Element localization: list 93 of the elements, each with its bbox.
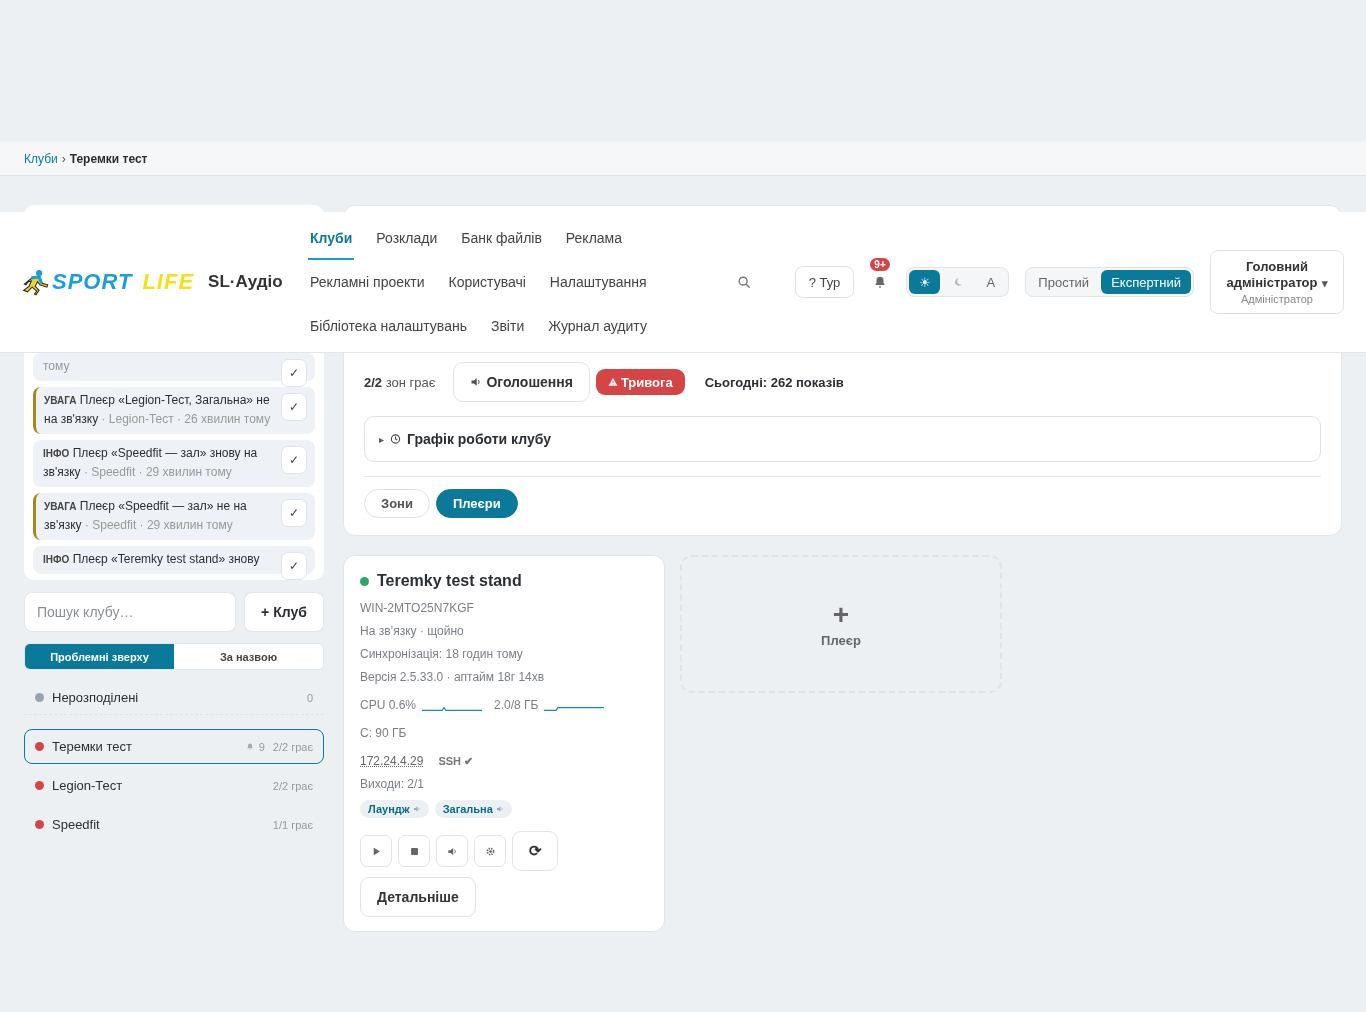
schedule-title: Графік роботи клубу bbox=[407, 431, 551, 447]
nav-tab[interactable]: Рекламні проекти bbox=[308, 260, 427, 304]
theme-option[interactable]: A bbox=[975, 270, 1007, 294]
user-menu-button[interactable]: Головний адміністратор ▾ Адміністратор bbox=[1210, 250, 1344, 314]
add-player-button[interactable]: + Плеєр bbox=[680, 555, 1002, 693]
details-button[interactable]: Детальніше bbox=[360, 877, 476, 917]
speaker-icon bbox=[470, 375, 483, 389]
sort-option[interactable]: Проблемні зверху bbox=[25, 644, 174, 669]
notification-text: УВАГА Плеєр «Legion-Тест, Загальна» не на зв'язку · Legion-Тест · 26 хвилин тому bbox=[44, 392, 272, 428]
moon-icon bbox=[952, 277, 963, 287]
breadcrumb-link[interactable]: Клуби bbox=[24, 151, 58, 166]
today-impressions: Сьогодні: 262 показів bbox=[704, 374, 844, 390]
nav-tab[interactable]: Звіти bbox=[488, 304, 527, 348]
club-name: Speedfit bbox=[52, 817, 101, 832]
playing-count: 0 bbox=[306, 691, 313, 704]
speaker-icon bbox=[412, 805, 421, 813]
nav-tab[interactable]: Користувачі bbox=[446, 260, 528, 304]
theme-option[interactable]: ☀ bbox=[909, 270, 941, 294]
player-name: Teremky test stand bbox=[377, 572, 522, 590]
bell-icon bbox=[245, 742, 254, 751]
nav-tab[interactable]: Бібліотека налаштувань bbox=[308, 304, 469, 348]
connection-status: На зв’язку · щойно bbox=[360, 624, 465, 638]
runner-icon bbox=[22, 268, 50, 296]
acknowledge-button[interactable]: ✓ bbox=[281, 499, 307, 527]
stop-icon bbox=[408, 845, 420, 857]
announcement-button[interactable]: Оголошення bbox=[453, 362, 590, 402]
zone-tag[interactable]: Загальна bbox=[434, 800, 512, 818]
tour-button[interactable]: ? Тур bbox=[794, 266, 855, 298]
alarm-button[interactable]: Тривога bbox=[595, 369, 685, 395]
nav-tab[interactable]: Налаштування bbox=[547, 260, 649, 304]
notification-text: УВАГА Плеєр «Speedfit — зал» не на зв'язку · Speedfit · 29 хвилин тому bbox=[44, 498, 248, 534]
club-name: Теремки тест bbox=[52, 739, 133, 754]
cpu-usage: CPU 0.6% bbox=[360, 698, 417, 712]
disk-space: C: 90 ГБ bbox=[360, 726, 408, 740]
playing-count: 1/1 грає bbox=[272, 818, 313, 831]
mode-option[interactable]: Експертний bbox=[1101, 270, 1191, 294]
refresh-button[interactable]: ⟳ bbox=[512, 831, 558, 871]
user-role: Адміністратор bbox=[1241, 293, 1313, 305]
playing-count: 2/2 грає bbox=[272, 740, 313, 753]
cpu-sparkline bbox=[422, 707, 483, 711]
club-list-item[interactable]: Legion-Тест 2/2 грає bbox=[24, 768, 324, 803]
club-list-item[interactable]: Теремки тест 9 2/2 грає bbox=[24, 729, 324, 764]
settings-icon bbox=[484, 845, 496, 857]
nav-tab[interactable]: Реклама bbox=[563, 216, 625, 260]
breadcrumb-separator: › bbox=[61, 151, 66, 166]
view-tab[interactable]: Зони bbox=[364, 489, 430, 518]
settings-button[interactable] bbox=[474, 835, 506, 867]
version-text: Версія 2.5.33.0 · аптайм 18г 14хв bbox=[360, 670, 546, 684]
club-list-item[interactable]: Speedfit 1/1 грає bbox=[24, 807, 324, 842]
alert-count: 9 bbox=[258, 740, 265, 753]
memory-sparkline bbox=[544, 707, 605, 711]
acknowledge-button[interactable]: ✓ bbox=[281, 552, 307, 580]
club-name: Legion-Тест bbox=[52, 778, 124, 793]
volume-button[interactable] bbox=[436, 835, 468, 867]
notification-count-badge: 9+ bbox=[870, 258, 890, 271]
ip-address: 172.24.4.29 bbox=[360, 754, 424, 768]
zones-playing-text: 2/2 зон грає bbox=[364, 374, 436, 390]
notification-text: ІНФО Плеєр «Teremky test stand» знову bbox=[43, 551, 261, 568]
club-search-field[interactable]: Пошук клубу… bbox=[24, 592, 236, 632]
add-club-button[interactable]: + Клуб bbox=[244, 592, 324, 632]
search-icon bbox=[736, 275, 751, 289]
acknowledge-button[interactable]: ✓ bbox=[281, 393, 307, 421]
speaker-icon bbox=[495, 805, 504, 813]
plus-icon: + bbox=[832, 600, 850, 629]
app-name: SL·Аудіо bbox=[208, 272, 283, 292]
ssh-status: SSH ✔ bbox=[438, 754, 474, 768]
outputs-text: Виходи: 2/1 bbox=[360, 777, 426, 791]
notification-text: ІНФО Плеєр «Speedfit — зал» знову на зв'язку · Speedfit · 29 хвилин тому bbox=[43, 445, 259, 481]
notification-text: тому bbox=[43, 358, 71, 375]
zone-tag[interactable]: Лаундж bbox=[360, 800, 429, 818]
schedule-section[interactable]: ▸ Графік роботи клубу bbox=[364, 416, 1321, 462]
acknowledge-button[interactable]: ✓ bbox=[281, 446, 307, 474]
sync-status: Синхронізація: 18 годин тому bbox=[360, 647, 524, 661]
club-name: Нерозподілені bbox=[52, 690, 140, 705]
user-name: Головний адміністратор bbox=[1226, 259, 1318, 290]
expand-arrow-icon: ▸ bbox=[379, 433, 384, 445]
hostname-text: WIN-2MTO25N7KGF bbox=[360, 601, 475, 615]
nav-tab[interactable]: Банк файлів bbox=[459, 216, 544, 260]
caret-icon: ▾ bbox=[1321, 277, 1328, 289]
mode-option[interactable]: Простий bbox=[1028, 270, 1100, 294]
playing-count: 2/2 грає bbox=[272, 779, 313, 792]
acknowledge-button[interactable]: ✓ bbox=[281, 359, 307, 387]
nav-tab[interactable]: Клуби bbox=[308, 216, 355, 260]
nav-tab[interactable]: Розклади bbox=[374, 216, 440, 260]
nav-tab[interactable]: Журнал аудиту bbox=[546, 304, 649, 348]
view-tab[interactable]: Плеєри bbox=[435, 489, 518, 518]
stop-button[interactable] bbox=[398, 835, 430, 867]
memory-usage: 2.0/8 ГБ bbox=[494, 698, 539, 712]
clock-icon bbox=[390, 432, 401, 446]
add-player-label: Плеєр bbox=[821, 632, 861, 648]
club-list-item[interactable]: Нерозподілені 0 bbox=[24, 680, 324, 715]
breadcrumb-current: Теремки тест bbox=[69, 151, 148, 166]
play-button[interactable] bbox=[360, 835, 392, 867]
